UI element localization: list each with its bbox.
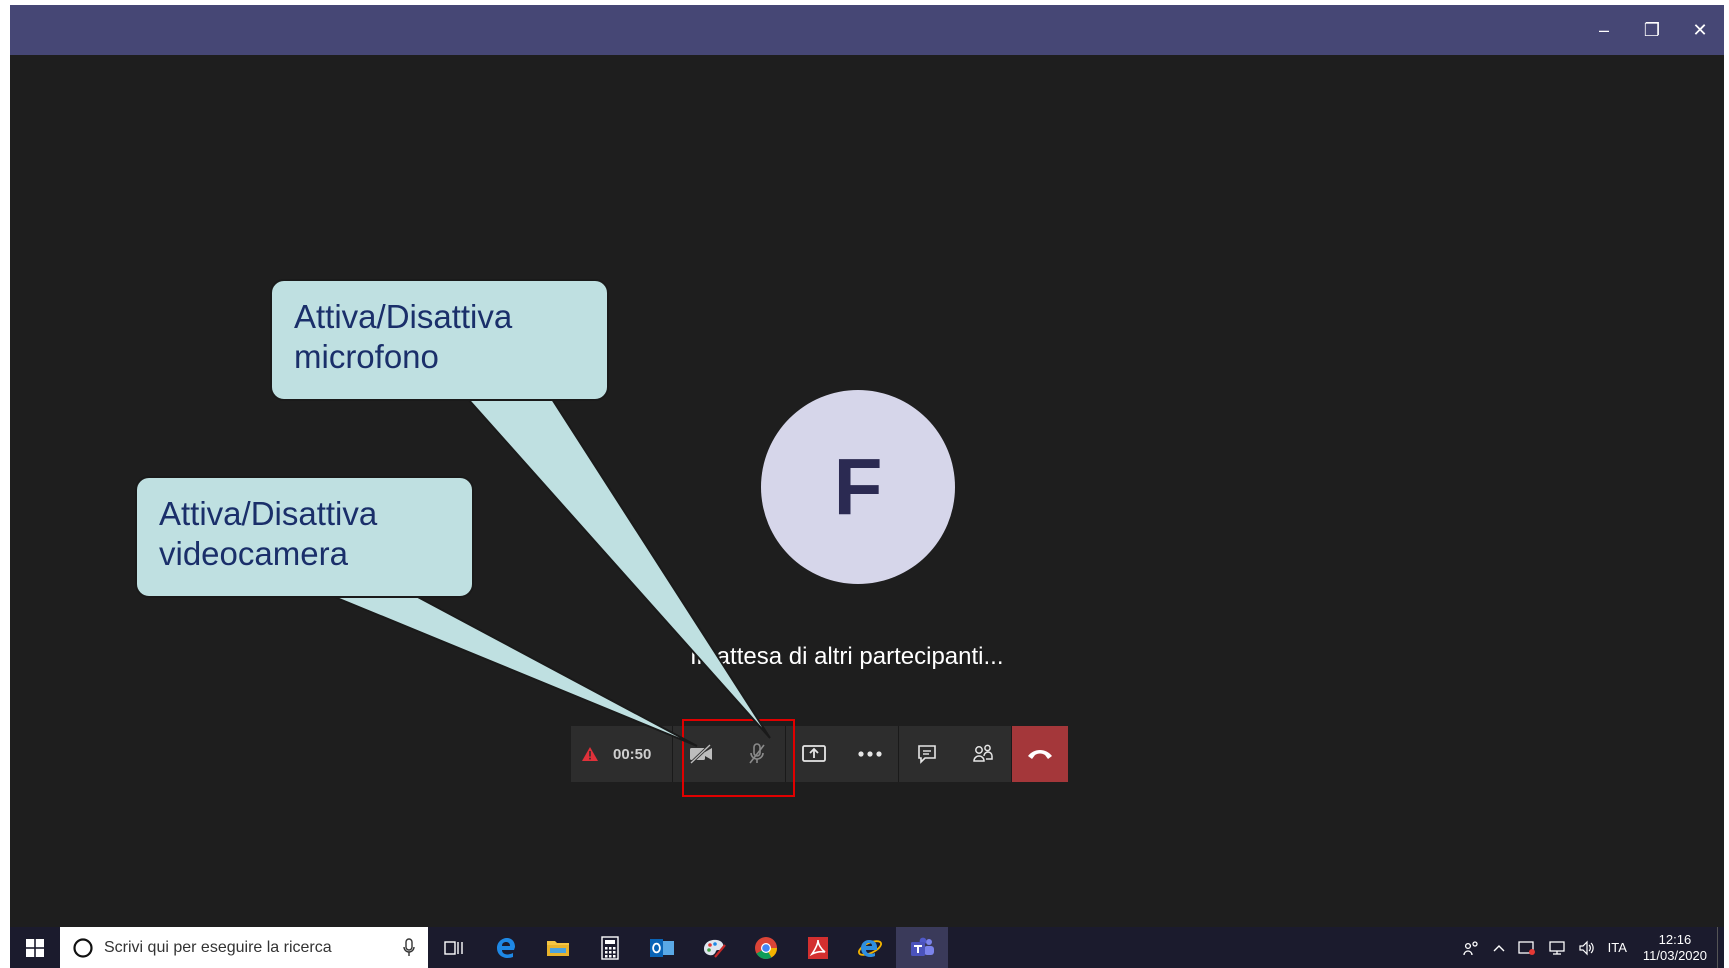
mic-callout-pointer <box>465 398 771 739</box>
mic-callout-line1: Attiva/Disattiva <box>294 298 513 335</box>
windows-taskbar: Scrivi qui per eseguire la ricerca ITA 1… <box>10 927 1724 968</box>
taskbar-file-explorer[interactable] <box>532 927 584 968</box>
show-hidden-icons-button[interactable] <box>1486 943 1512 953</box>
task-view-button[interactable] <box>428 927 480 968</box>
clock-time: 12:16 <box>1658 931 1692 947</box>
clock-date: 11/03/2020 <box>1642 947 1707 963</box>
speaker-icon <box>1579 940 1594 955</box>
show-desktop-button[interactable] <box>1717 927 1724 968</box>
task-view-icon <box>444 940 463 955</box>
windows-logo-icon <box>26 938 44 957</box>
taskbar-search[interactable]: Scrivi qui per eseguire la ricerca <box>60 927 428 968</box>
chevron-up-icon <box>1493 944 1505 951</box>
tray-app-icon <box>1517 940 1535 955</box>
taskbar-outlook[interactable] <box>636 927 688 968</box>
taskbar-teams[interactable] <box>896 927 948 968</box>
folder-icon <box>547 940 569 956</box>
system-tray: ITA 12:16 11/03/2020 <box>1456 927 1724 968</box>
start-button[interactable] <box>10 927 60 968</box>
outlook-icon <box>650 938 674 957</box>
camera-callout: Attiva/Disattiva videocamera <box>135 476 474 598</box>
calculator-icon <box>601 935 619 960</box>
taskbar-paint-app[interactable] <box>688 927 740 968</box>
network-button[interactable] <box>1542 940 1572 956</box>
teams-icon <box>911 937 934 956</box>
taskbar-internet-explorer[interactable] <box>844 927 896 968</box>
camera-callout-line1: Attiva/Disattiva <box>159 495 378 532</box>
taskbar-acrobat[interactable] <box>792 927 844 968</box>
camera-callout-pointer <box>331 595 698 747</box>
mic-callout-line2: microfono <box>294 338 439 375</box>
cortana-icon <box>73 937 93 958</box>
chrome-icon <box>755 936 777 959</box>
mic-callout: Attiva/Disattiva microfono <box>270 279 609 401</box>
search-placeholder: Scrivi qui per eseguire la ricerca <box>104 938 332 956</box>
edge-icon <box>497 937 515 958</box>
internet-explorer-icon <box>858 939 882 957</box>
microphone-icon[interactable] <box>402 937 416 958</box>
acrobat-icon <box>808 936 828 959</box>
paint-palette-icon <box>704 939 726 958</box>
tray-app-button[interactable] <box>1512 940 1542 956</box>
camera-callout-line2: videocamera <box>159 535 348 572</box>
taskbar-chrome[interactable] <box>740 927 792 968</box>
language-indicator[interactable]: ITA <box>1602 940 1633 955</box>
people-icon <box>1462 940 1478 955</box>
taskbar-calculator[interactable] <box>584 927 636 968</box>
taskbar-edge[interactable] <box>480 927 532 968</box>
people-tray-button[interactable] <box>1456 940 1486 956</box>
network-icon <box>1548 940 1565 955</box>
taskbar-clock[interactable]: 12:16 11/03/2020 <box>1633 932 1717 964</box>
volume-button[interactable] <box>1572 940 1602 956</box>
